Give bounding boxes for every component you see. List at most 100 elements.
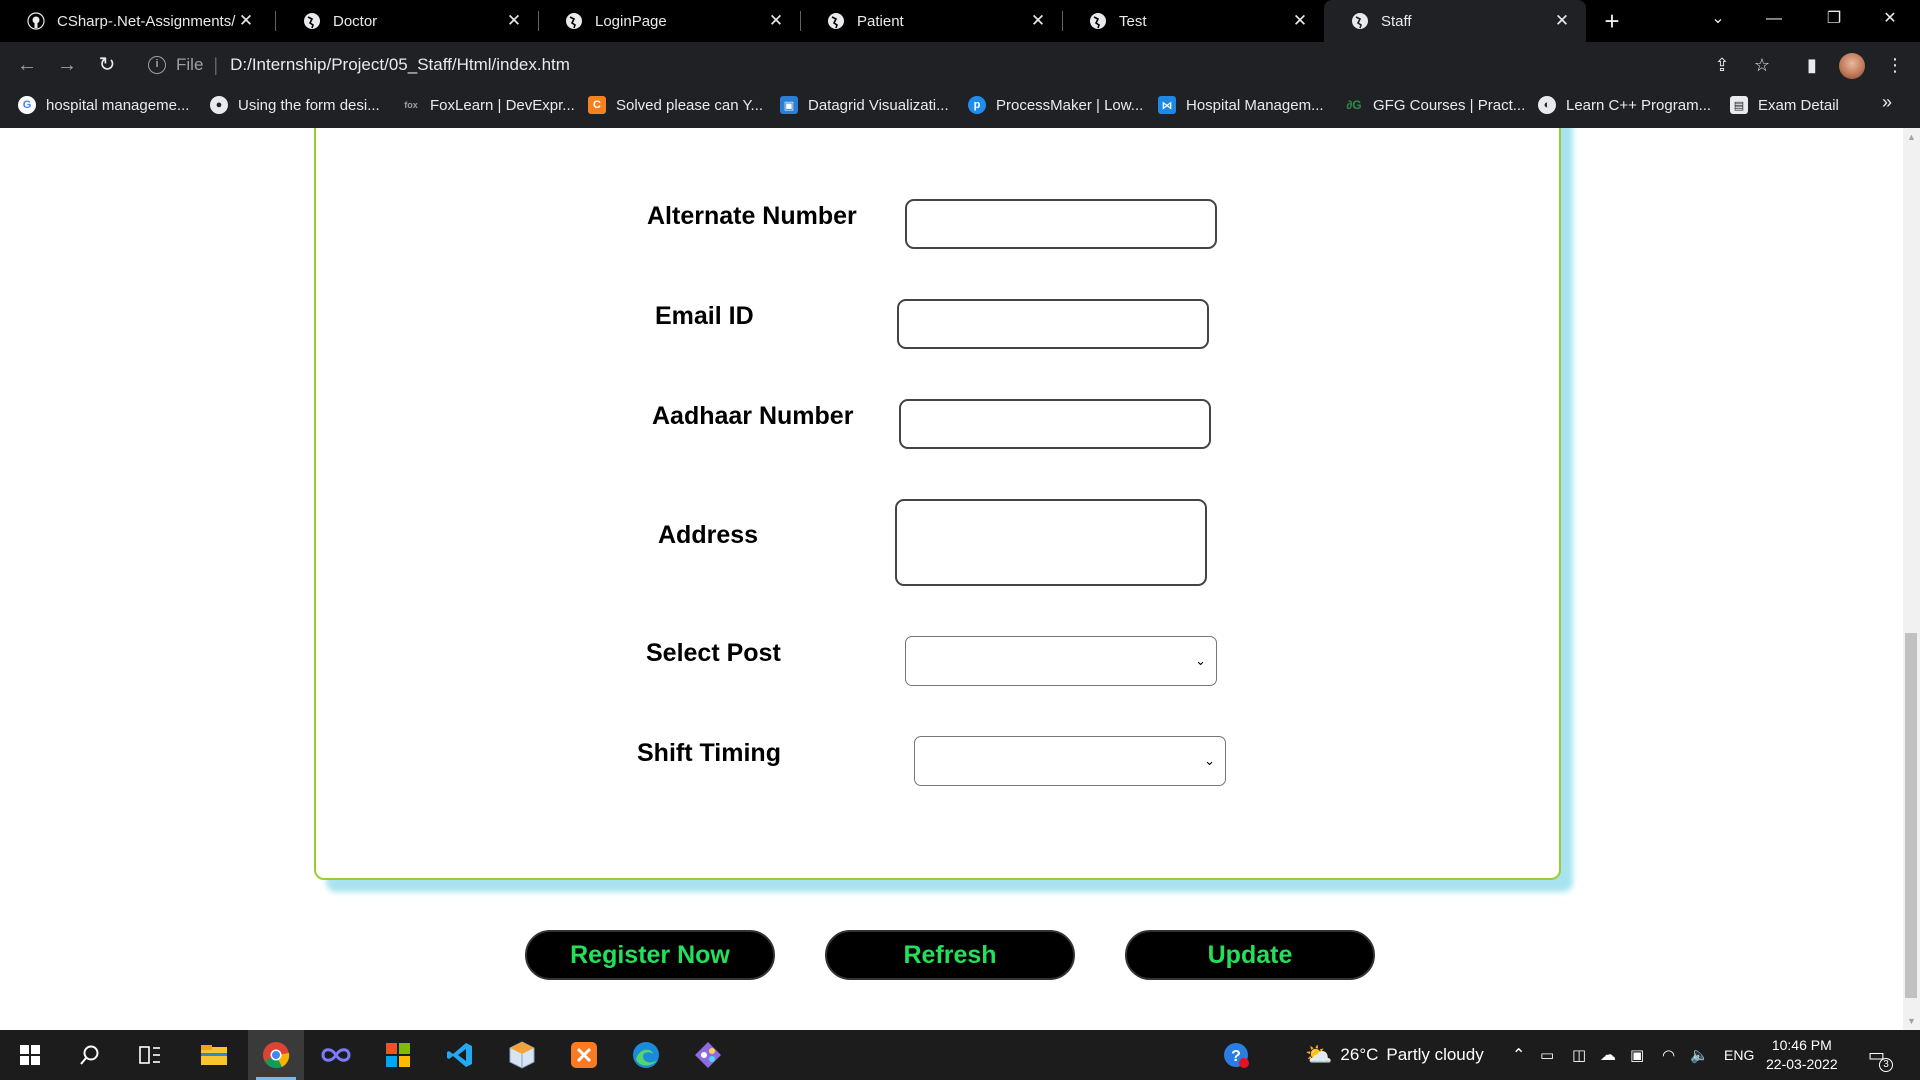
alternate-number-label: Alternate Number xyxy=(647,202,857,230)
select-post-dropdown[interactable]: ⌄ xyxy=(905,636,1217,686)
weather-text: Partly cloudy xyxy=(1386,1045,1484,1064)
show-hidden-icons-icon[interactable]: ⌃ xyxy=(1512,1030,1525,1080)
side-panel-icon[interactable]: ▮ xyxy=(1797,50,1827,80)
staff-form-card: Alternate Number Email ID Aadhaar Number… xyxy=(314,128,1561,880)
task-view-icon[interactable] xyxy=(122,1030,178,1080)
bookmark-item[interactable]: ◐ Learn C++ Program... xyxy=(1538,88,1711,122)
close-icon[interactable]: ✕ xyxy=(504,11,524,31)
meet-now-icon[interactable]: ◫ xyxy=(1572,1030,1586,1080)
bookmark-item[interactable]: ▤ Exam Detail xyxy=(1730,88,1839,122)
microsoft-store-icon[interactable] xyxy=(370,1030,426,1080)
menu-icon[interactable]: ⋮ xyxy=(1880,50,1910,80)
page-scrollbar[interactable]: ▲ ▼ xyxy=(1903,128,1920,1030)
search-icon[interactable] xyxy=(62,1030,118,1080)
tab-doctor[interactable]: Doctor ✕ xyxy=(276,0,538,42)
scroll-down-icon[interactable]: ▼ xyxy=(1903,1016,1920,1026)
chrome-icon[interactable] xyxy=(248,1030,304,1080)
forward-icon[interactable]: → xyxy=(52,50,82,80)
tab-staff[interactable]: Staff ✕ xyxy=(1324,0,1586,42)
bookmark-label: Hospital Managem... xyxy=(1186,96,1324,114)
bookmark-label: FoxLearn | DevExpr... xyxy=(430,96,575,114)
foxlearn-icon: fox xyxy=(404,100,418,110)
bookmark-item[interactable]: G hospital manageme... xyxy=(18,88,189,122)
refresh-button[interactable]: Refresh xyxy=(825,930,1075,980)
chegg-icon: C xyxy=(588,96,606,114)
bookmark-label: Solved please can Y... xyxy=(616,96,764,114)
tab-csharp-assignments[interactable]: CSharp-.Net-Assignments/ ✕ xyxy=(0,0,270,42)
email-id-label: Email ID xyxy=(655,302,754,330)
close-icon[interactable]: ✕ xyxy=(1028,11,1048,31)
help-icon[interactable]: ? xyxy=(1222,1030,1250,1080)
bookmark-item[interactable]: p ProcessMaker | Low... xyxy=(968,88,1143,122)
address-textarea[interactable] xyxy=(895,499,1207,586)
page-viewport: Alternate Number Email ID Aadhaar Number… xyxy=(0,128,1903,1030)
restore-icon[interactable]: ❐ xyxy=(1806,0,1862,40)
aadhaar-number-input[interactable] xyxy=(899,399,1211,449)
back-icon[interactable]: ← xyxy=(12,50,42,80)
register-now-button[interactable]: Register Now xyxy=(525,930,775,980)
xampp-icon[interactable] xyxy=(556,1030,612,1080)
windows-taskbar: ? ⛅ 26°C Partly cloudy ⌃ ▭ ◫ ☁ ▣ ◠ 🔈 ENG… xyxy=(0,1030,1920,1080)
tab-patient[interactable]: Patient ✕ xyxy=(800,0,1062,42)
bookmark-item[interactable]: C Solved please can Y... xyxy=(588,88,763,122)
globe-icon xyxy=(1088,12,1107,31)
display-icon[interactable]: ▣ xyxy=(1630,1030,1644,1080)
share-icon[interactable]: ⇪ xyxy=(1707,50,1737,80)
shift-timing-label: Shift Timing xyxy=(637,739,781,767)
weather-widget[interactable]: ⛅ 26°C Partly cloudy xyxy=(1305,1030,1484,1080)
tab-loginpage[interactable]: LoginPage ✕ xyxy=(538,0,800,42)
address-bar[interactable]: i File | D:/Internship/Project/05_Staff/… xyxy=(136,47,1776,83)
processmaker-icon: p xyxy=(968,96,986,114)
email-id-input[interactable] xyxy=(897,299,1209,349)
close-icon[interactable]: ✕ xyxy=(236,11,256,31)
google-icon: G xyxy=(18,96,36,114)
close-icon[interactable]: ✕ xyxy=(1290,11,1310,31)
bookmark-star-icon[interactable]: ☆ xyxy=(1747,50,1777,80)
visual-studio-icon: ⋈ xyxy=(1158,96,1176,114)
wifi-icon[interactable]: ◠ xyxy=(1662,1030,1675,1080)
bookmark-item[interactable]: ⋈ Hospital Managem... xyxy=(1158,88,1324,122)
update-button[interactable]: Update xyxy=(1125,930,1375,980)
box-app-icon[interactable] xyxy=(494,1030,550,1080)
bookmark-item[interactable]: fox FoxLearn | DevExpr... xyxy=(402,88,575,122)
bookmark-item[interactable]: ∂G GFG Courses | Pract... xyxy=(1345,88,1525,122)
tab-test[interactable]: Test ✕ xyxy=(1062,0,1324,42)
profile-avatar[interactable] xyxy=(1839,53,1865,79)
git-app-icon[interactable] xyxy=(680,1030,736,1080)
windows-start-icon[interactable] xyxy=(2,1030,58,1080)
tab-search-icon[interactable]: ⌄ xyxy=(1690,0,1746,40)
globe-icon xyxy=(1350,12,1369,31)
bookmark-label: ProcessMaker | Low... xyxy=(996,96,1144,114)
vscode-icon[interactable] xyxy=(432,1030,488,1080)
notification-center-icon[interactable]: ▭ 3 xyxy=(1868,1030,1894,1080)
battery-icon[interactable]: ▭ xyxy=(1540,1030,1554,1080)
info-icon[interactable]: i xyxy=(148,56,166,74)
edge-icon[interactable] xyxy=(618,1030,674,1080)
bookmark-item[interactable]: ● Using the form desi... xyxy=(210,88,380,122)
alternate-number-input[interactable] xyxy=(905,199,1217,249)
bookmark-item[interactable]: ▣ Datagrid Visualizati... xyxy=(780,88,949,122)
chevron-down-icon: ⌄ xyxy=(1195,653,1206,668)
scrollbar-thumb[interactable] xyxy=(1905,633,1917,998)
scroll-up-icon[interactable]: ▲ xyxy=(1903,132,1920,142)
infinity-app-icon[interactable] xyxy=(308,1030,364,1080)
datagrid-icon: ▣ xyxy=(780,96,798,114)
exam-icon: ▤ xyxy=(1730,96,1748,114)
onedrive-icon[interactable]: ☁ xyxy=(1600,1030,1616,1080)
language-indicator[interactable]: ENG xyxy=(1724,1030,1754,1080)
minimize-icon[interactable]: — xyxy=(1746,0,1802,40)
new-tab-button[interactable]: + xyxy=(1598,7,1626,35)
bookmarks-overflow-button[interactable]: » xyxy=(1882,92,1892,113)
window-close-icon[interactable]: ✕ xyxy=(1862,0,1918,40)
reload-icon[interactable]: ↻ xyxy=(92,50,122,80)
volume-icon[interactable]: 🔈 xyxy=(1690,1030,1709,1080)
close-icon[interactable]: ✕ xyxy=(1552,11,1572,31)
file-explorer-icon[interactable] xyxy=(186,1030,242,1080)
clock[interactable]: 10:46 PM 22-03-2022 xyxy=(1766,1030,1838,1080)
close-icon[interactable]: ✕ xyxy=(766,11,786,31)
weather-temp: 26°C xyxy=(1340,1045,1379,1064)
globe-icon xyxy=(564,12,583,31)
shift-timing-dropdown[interactable]: ⌄ xyxy=(914,736,1226,786)
browser-toolbar: ← → ↻ i File | D:/Internship/Project/05_… xyxy=(0,42,1920,88)
bookmark-label: GFG Courses | Pract... xyxy=(1373,96,1526,114)
